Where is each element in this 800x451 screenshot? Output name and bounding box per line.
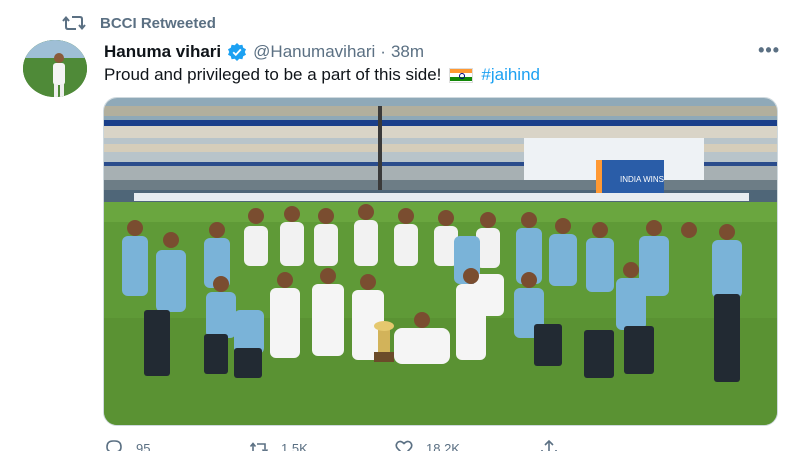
like-count: 18.2K <box>426 440 460 451</box>
share-icon <box>541 439 557 451</box>
tweet-text: Proud and privileged to be a part of thi… <box>104 65 540 85</box>
like-button[interactable]: 18.2K <box>394 438 539 451</box>
retweet-count: 1.5K <box>281 440 308 451</box>
tweet-body: Proud and privileged to be a part of thi… <box>104 65 442 84</box>
retweet-icon <box>62 15 86 31</box>
verified-badge-icon <box>228 43 247 61</box>
indian-flag-emoji <box>449 67 474 83</box>
retweet-action-icon <box>249 442 269 451</box>
reply-icon <box>106 440 122 451</box>
author-name[interactable]: Hanuma vihari <box>104 42 221 62</box>
author-handle[interactable]: @Hanumavihari <box>253 42 375 62</box>
action-bar: 95 1.5K 18.2K <box>104 438 684 451</box>
board-text: INDIA WINS <box>620 175 664 184</box>
hashtag-link[interactable]: #jaihind <box>481 65 540 85</box>
separator: · <box>380 42 386 61</box>
heart-icon <box>395 440 413 451</box>
retweet-button[interactable]: 1.5K <box>249 438 394 451</box>
retweet-context: BCCI Retweeted <box>62 12 216 34</box>
timestamp[interactable]: 38m <box>391 42 424 62</box>
avatar[interactable] <box>23 40 87 97</box>
tweet-header: Hanuma vihari @Hanumavihari · 38m ••• <box>104 40 780 64</box>
more-options-icon[interactable]: ••• <box>758 40 780 61</box>
retweet-label[interactable]: BCCI Retweeted <box>100 15 216 32</box>
tweet-card[interactable]: BCCI Retweeted Hanuma vihari @Hanumaviha… <box>0 0 800 451</box>
reply-count: 95 <box>136 440 151 451</box>
tweet-photo[interactable]: INDIA WINS <box>103 97 778 426</box>
reply-button[interactable]: 95 <box>104 438 249 451</box>
share-button[interactable] <box>539 438 684 451</box>
